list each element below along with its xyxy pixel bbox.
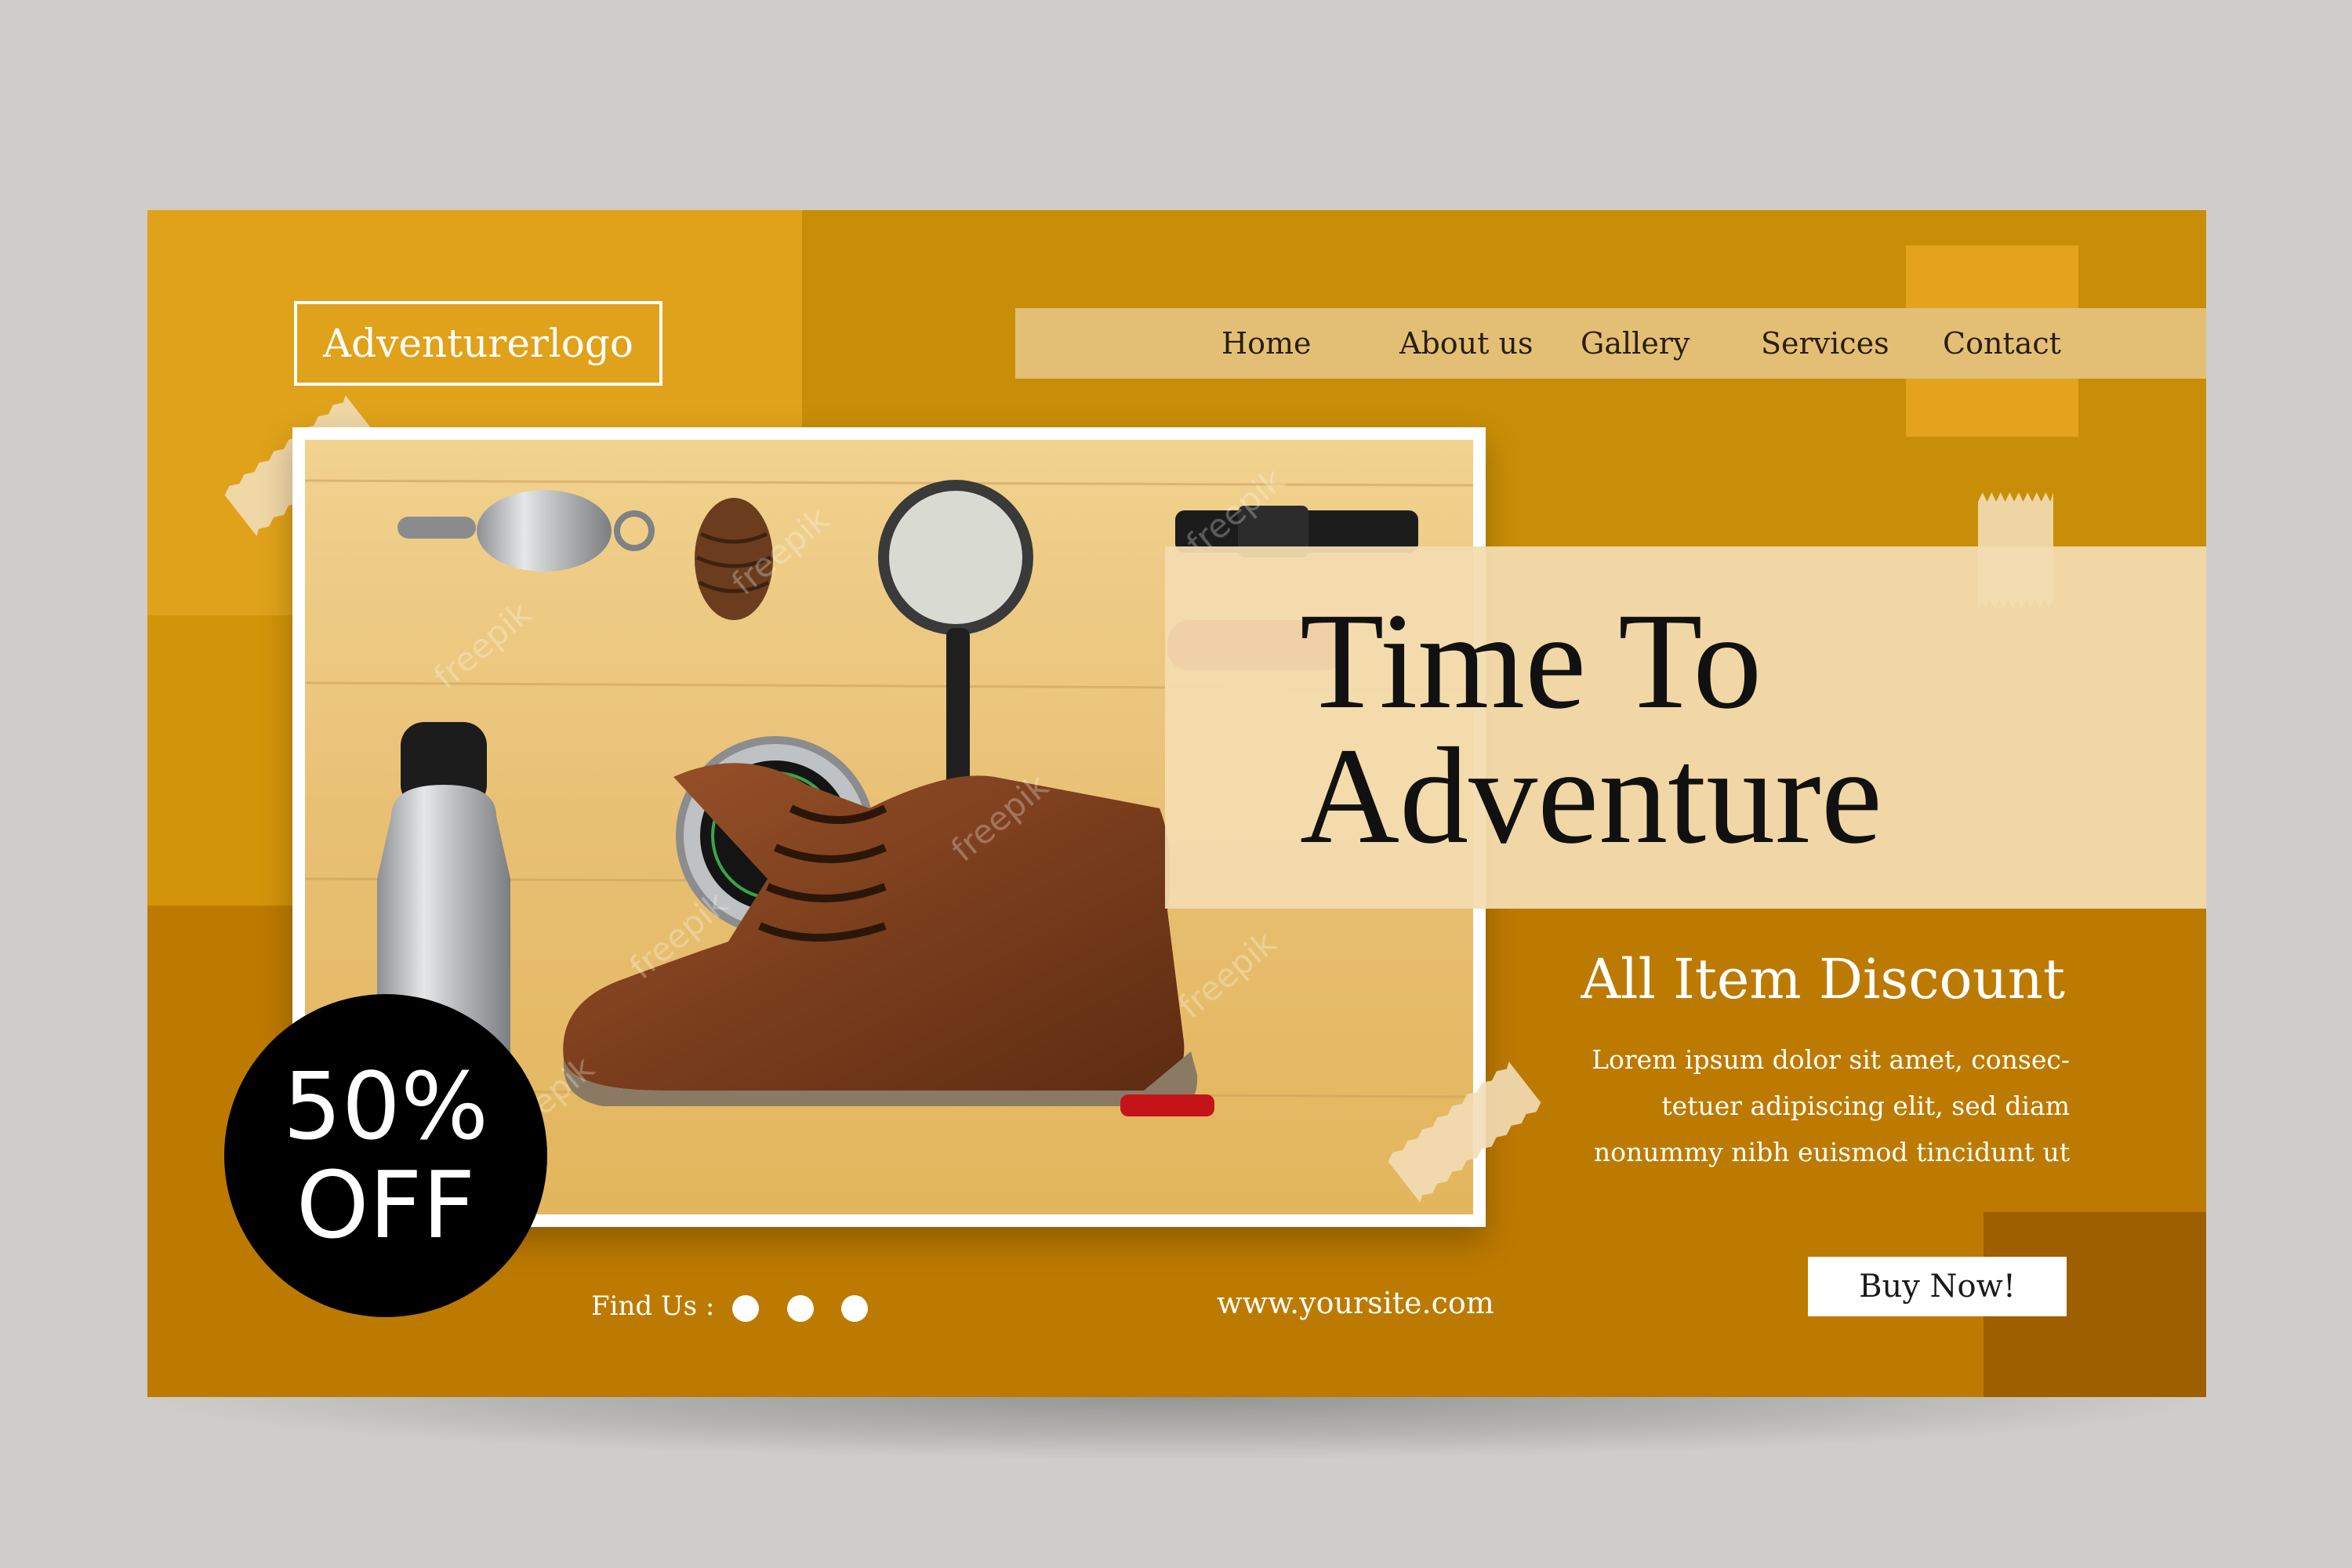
social-dot-2[interactable] (787, 1295, 814, 1322)
social-dot-3[interactable] (841, 1295, 868, 1322)
buy-now-button[interactable]: Buy Now! (1808, 1257, 2067, 1316)
hero-headline: Time To Adventure (1300, 585, 1882, 873)
badge-percent: 50% (282, 1052, 489, 1160)
brand-logo-text: Adventurerlogo (322, 321, 634, 366)
nav-about-us[interactable]: About us (1399, 308, 1533, 379)
discount-title: All Item Discount (1581, 947, 2066, 1011)
headline-line-1: Time To (1300, 585, 1762, 738)
description-line: tetuer adipiscing elit, sed diam (1661, 1091, 2070, 1121)
nav-gallery[interactable]: Gallery (1581, 308, 1690, 379)
social-dot-1[interactable] (732, 1295, 759, 1322)
brand-logo[interactable]: Adventurerlogo (294, 301, 662, 386)
nav-home[interactable]: Home (1221, 308, 1312, 379)
find-us-label: Find Us : (591, 1290, 715, 1322)
landing-page-banner: Adventurerlogo Home About us Gallery Ser… (147, 210, 2206, 1397)
description-line: nonummy nibh euismod tincidunt ut (1593, 1137, 2070, 1167)
discount-description: Lorem ipsum dolor sit amet, consec- tetu… (1521, 1036, 2070, 1175)
website-link[interactable]: www.yoursite.com (1217, 1286, 1494, 1320)
nav-services[interactable]: Services (1761, 308, 1889, 379)
discount-badge: 50% OFF (224, 994, 547, 1317)
headline-line-2: Adventure (1300, 720, 1882, 873)
description-line: Lorem ipsum dolor sit amet, consec- (1592, 1044, 2070, 1075)
badge-off: OFF (296, 1151, 476, 1259)
nav-contact[interactable]: Contact (1943, 308, 2061, 379)
